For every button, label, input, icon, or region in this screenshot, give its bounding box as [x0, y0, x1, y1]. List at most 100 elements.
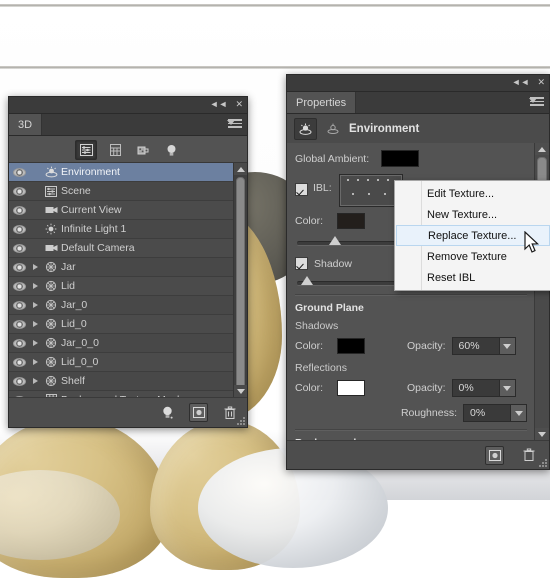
visibility-eye-icon[interactable] — [9, 338, 29, 348]
panel-3d: ◄◄ ✕ 3D Environment Scene Current View I… — [8, 96, 248, 428]
context-menu-item[interactable]: Edit Texture... — [395, 183, 550, 204]
ground-shadows-opacity-label: Opacity: — [407, 340, 446, 352]
context-menu-item[interactable]: Remove Texture — [395, 246, 550, 267]
scroll-up-button[interactable] — [535, 143, 549, 155]
environment-icon[interactable] — [294, 118, 317, 140]
twirl-arrow-icon[interactable] — [29, 283, 41, 289]
chevron-down-icon[interactable] — [510, 405, 526, 421]
visibility-eye-icon[interactable] — [9, 186, 29, 196]
environment-small-icon — [324, 120, 342, 138]
properties-titlebar[interactable]: ◄◄ ✕ — [287, 75, 549, 92]
scene-tree-list[interactable]: Environment Scene Current View Infinite Lig… — [9, 162, 247, 397]
context-menu-item[interactable]: Replace Texture... — [396, 225, 550, 246]
twirl-arrow-icon[interactable] — [29, 378, 41, 384]
panel-3d-titlebar[interactable]: ◄◄ ✕ — [9, 97, 247, 114]
scene-tree-row[interactable]: Environment — [9, 163, 234, 182]
ground-reflections-color-label: Color: — [295, 382, 324, 394]
resize-grip[interactable] — [235, 415, 245, 425]
ground-reflections-color-swatch[interactable] — [337, 380, 365, 396]
scene-tree-row[interactable]: Lid — [9, 277, 234, 296]
ibl-intensity-slider[interactable] — [297, 236, 403, 248]
ground-roughness-row: Roughness: 0% — [295, 404, 527, 422]
visibility-eye-icon[interactable] — [9, 167, 29, 177]
twirl-arrow-icon[interactable] — [29, 321, 41, 327]
close-icon[interactable]: ✕ — [537, 77, 545, 87]
visibility-eye-icon[interactable] — [9, 300, 29, 310]
render-icon[interactable] — [189, 403, 208, 422]
visibility-eye-icon[interactable] — [9, 376, 29, 386]
properties-header-title: Environment — [349, 123, 420, 135]
scene-tree-row-label: Lid_0_0 — [61, 356, 99, 368]
ibl-color-swatch[interactable] — [337, 213, 365, 229]
filter-scene-button[interactable] — [75, 140, 97, 160]
ground-roughness-field[interactable]: 0% — [463, 404, 527, 422]
scene-tree-row-label: Environment — [61, 166, 120, 178]
filter-material-button[interactable] — [133, 141, 153, 159]
light-bulb-icon[interactable] — [159, 404, 176, 421]
trash-icon[interactable] — [520, 447, 537, 464]
scene-tree-row[interactable]: Jar_0 — [9, 296, 234, 315]
texture-context-menu[interactable]: Edit Texture... New Texture... Replace Tex… — [394, 180, 550, 291]
scene-tree-row[interactable]: Scene — [9, 182, 234, 201]
mesh-icon — [41, 261, 61, 273]
tab-properties[interactable]: Properties — [287, 92, 357, 113]
tab-3d[interactable]: 3D — [9, 114, 43, 135]
scroll-down-button[interactable] — [535, 428, 549, 440]
context-menu-item[interactable]: Reset IBL — [395, 267, 550, 288]
chevron-down-icon[interactable] — [498, 380, 515, 396]
scene-tree-row[interactable]: Infinite Light 1 — [9, 220, 234, 239]
visibility-eye-icon[interactable] — [9, 357, 29, 367]
ground-reflections-opacity-field[interactable]: 0% — [451, 379, 516, 397]
scene-tree-row[interactable]: Shelf — [9, 372, 234, 391]
scene-tree-scrollbar[interactable] — [233, 163, 247, 397]
resize-grip[interactable] — [537, 457, 547, 467]
twirl-arrow-icon[interactable] — [29, 264, 41, 270]
scene-tree-row[interactable]: Jar — [9, 258, 234, 277]
scene-tree-row-label: Jar_0 — [61, 299, 88, 311]
shelf-edge-line — [0, 4, 550, 7]
mesh-icon — [41, 356, 61, 368]
scene-tree-row-label: Lid — [61, 280, 76, 292]
section-divider — [295, 294, 527, 296]
close-icon[interactable]: ✕ — [235, 99, 243, 109]
visibility-eye-icon[interactable] — [9, 319, 29, 329]
twirl-arrow-icon[interactable] — [29, 359, 41, 365]
shadow-label: Shadow — [314, 257, 352, 270]
visibility-eye-icon[interactable] — [9, 262, 29, 272]
chevron-down-icon[interactable] — [498, 338, 515, 354]
filter-mesh-button[interactable] — [105, 141, 125, 159]
context-menu-item[interactable]: New Texture... — [395, 204, 550, 225]
visibility-eye-icon[interactable] — [9, 224, 29, 234]
twirl-arrow-icon[interactable] — [29, 302, 41, 308]
scroll-down-button[interactable] — [234, 385, 247, 397]
scene-tree-row-label: Lid_0 — [61, 318, 87, 330]
scene-tree-row-label: Default Camera — [61, 242, 135, 254]
ibl-checkbox[interactable] — [295, 183, 308, 196]
collapse-double-arrow-icon[interactable]: ◄◄ — [210, 99, 228, 109]
scroll-up-button[interactable] — [234, 163, 247, 175]
visibility-eye-icon[interactable] — [9, 243, 29, 253]
render-icon[interactable] — [485, 445, 504, 465]
global-ambient-color-swatch[interactable] — [381, 150, 419, 167]
shadow-softness-slider[interactable] — [297, 276, 403, 288]
scene-tree-row[interactable]: Default Camera — [9, 239, 234, 258]
visibility-eye-icon[interactable] — [9, 205, 29, 215]
visibility-eye-icon[interactable] — [9, 281, 29, 291]
collapse-double-arrow-icon[interactable]: ◄◄ — [512, 77, 530, 87]
scene-tree-row[interactable]: Lid_0_0 — [9, 353, 234, 372]
light-icon — [41, 223, 61, 235]
ground-shadows-color-swatch[interactable] — [337, 338, 365, 354]
twirl-arrow-icon[interactable] — [29, 340, 41, 346]
scene-tree-row-label: Shelf — [61, 375, 85, 387]
ground-reflections-opacity-label: Opacity: — [407, 382, 446, 394]
scrollbar-thumb[interactable] — [236, 177, 245, 397]
panel-menu-icon[interactable] — [227, 119, 242, 130]
panel-menu-icon[interactable] — [529, 97, 544, 108]
scene-tree-row[interactable]: Lid_0 — [9, 315, 234, 334]
ground-shadows-opacity-field[interactable]: 60% — [451, 337, 516, 355]
scene-tree-rows[interactable]: Environment Scene Current View Infinite Lig… — [9, 163, 234, 397]
scene-tree-row[interactable]: Jar_0_0 — [9, 334, 234, 353]
shadow-checkbox[interactable] — [295, 257, 308, 270]
scene-tree-row[interactable]: Current View — [9, 201, 234, 220]
filter-light-button[interactable] — [161, 141, 181, 159]
